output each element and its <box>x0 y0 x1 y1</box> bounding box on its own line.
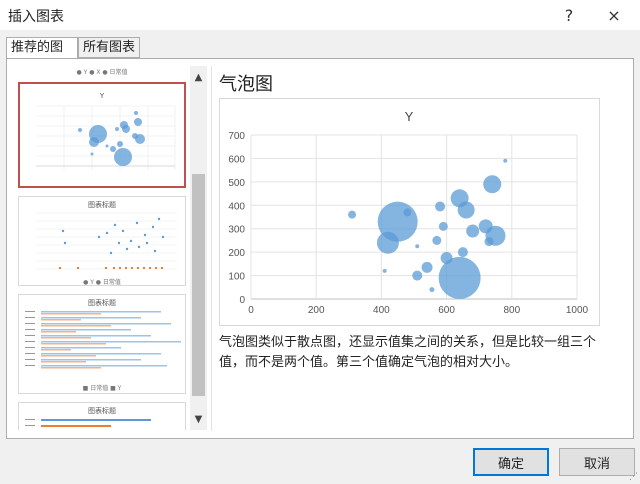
bubble <box>415 244 420 249</box>
scrollbar-thumb[interactable] <box>192 174 205 396</box>
y-tick-label: 0 <box>239 295 245 306</box>
bubble <box>440 252 453 264</box>
title-bar: 插入图表 ? × <box>0 0 640 30</box>
bubble <box>412 270 423 281</box>
bubble <box>483 175 502 194</box>
scroll-down-icon[interactable]: ▼ <box>190 412 207 428</box>
x-axis-ticks: 0 200 400 600 800 1000 <box>248 305 588 316</box>
bubble <box>503 158 508 163</box>
bubble <box>457 201 475 219</box>
thumbnail-bubble-plot <box>36 105 176 170</box>
thumbnail-scatter-chart[interactable]: 图表标题 ● Y ● 日常值 <box>18 196 186 286</box>
divider <box>211 66 212 431</box>
thumbnail-legend: ● Y ● 日常值 <box>83 279 121 286</box>
dialog-title: 插入图表 <box>8 9 64 25</box>
bubble <box>478 219 493 234</box>
bubble <box>466 224 480 238</box>
close-button[interactable]: × <box>600 2 628 28</box>
y-tick-label: 700 <box>228 131 245 142</box>
thumbnail-legend: ● Y ● X ● 日常值 <box>76 69 128 76</box>
x-tick-label: 0 <box>248 305 254 316</box>
bubble <box>435 201 446 212</box>
chart-type-title: 气泡图 <box>219 74 273 95</box>
y-tick-label: 100 <box>228 272 245 283</box>
tab-recommended-charts[interactable]: 推荐的图表 <box>6 37 78 75</box>
thumbnail-bar-chart[interactable]: 图表标题 ■ 日常值 ■ Y <box>18 294 186 394</box>
thumbnail-scrollbar[interactable]: ▲ ▼ <box>190 66 207 430</box>
chart-title: Y <box>405 109 414 124</box>
tab-all-charts[interactable]: 所有图表 <box>78 37 140 58</box>
chart-thumbnail-list: ● Y ● X ● 日常值 Y 图表标题 ● Y ● 日常值 图表标题 ■ 日常… <box>14 66 190 430</box>
y-tick-label: 500 <box>228 178 245 189</box>
y-tick-label: 200 <box>228 248 245 259</box>
y-tick-label: 300 <box>228 225 245 236</box>
x-tick-label: 800 <box>503 305 520 316</box>
chart-description: 气泡图类似于散点图，还显示值集之间的关系，但是比较一组三个值，而不是两个值。第三… <box>219 335 597 370</box>
bubble <box>484 237 494 247</box>
bubble <box>421 261 433 273</box>
bubble <box>382 268 387 273</box>
thumbnail-legend: ■ 日常值 ■ Y <box>82 385 122 392</box>
bubble <box>403 208 412 217</box>
bubble-chart: Y 0 100 200 300 400 500 600 700 0 200 400 600 800 10… <box>228 109 588 316</box>
thumbnail-bar-plot <box>25 419 151 427</box>
bubble <box>438 221 448 231</box>
thumbnail-bar-plot <box>25 311 181 369</box>
x-tick-label: 1000 <box>566 305 589 316</box>
cancel-button[interactable]: 取消 <box>559 448 635 476</box>
x-tick-label: 400 <box>373 305 390 316</box>
bubble <box>457 247 468 258</box>
scroll-up-icon[interactable]: ▲ <box>190 70 207 86</box>
help-button[interactable]: ? <box>555 2 583 28</box>
thumbnail-bar-chart-2[interactable]: 图表标题 <box>18 402 186 430</box>
bubble <box>376 231 399 254</box>
thumbnail-bubble-chart[interactable]: Y <box>18 82 186 188</box>
x-tick-label: 200 <box>308 305 325 316</box>
ok-button[interactable]: 确定 <box>473 448 549 476</box>
thumbnail-scatter-plot <box>35 212 177 270</box>
y-tick-label: 400 <box>228 201 245 212</box>
y-axis-ticks: 0 100 200 300 400 500 600 700 <box>228 131 245 306</box>
chart-preview: Y 0 100 200 300 400 500 600 700 0 200 400 600 800 10… <box>219 98 600 326</box>
bubble <box>429 287 435 293</box>
bubble <box>432 235 442 245</box>
y-tick-label: 600 <box>228 154 245 165</box>
x-tick-label: 600 <box>438 305 455 316</box>
resize-grip-icon[interactable]: ⋰ <box>629 472 638 482</box>
bubble <box>348 210 357 219</box>
